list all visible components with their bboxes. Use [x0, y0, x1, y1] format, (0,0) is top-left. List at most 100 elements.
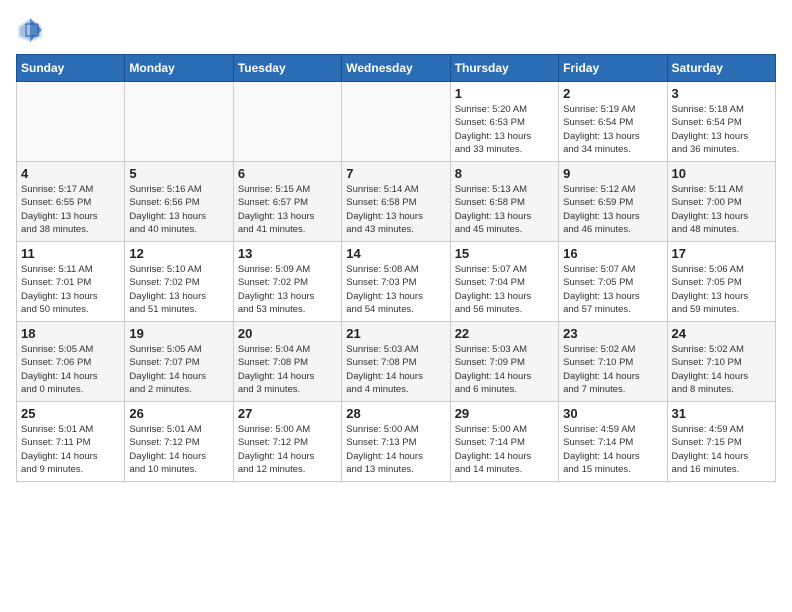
day-number: 19	[129, 326, 228, 341]
day-number: 22	[455, 326, 554, 341]
weekday-header-saturday: Saturday	[667, 55, 775, 82]
day-number: 20	[238, 326, 337, 341]
day-number: 31	[672, 406, 771, 421]
calendar-week-4: 18 Sunrise: 5:05 AM Sunset: 7:06 PM Dayli…	[17, 322, 776, 402]
day-number: 7	[346, 166, 445, 181]
day-info: Sunrise: 5:06 AM Sunset: 7:05 PM Dayligh…	[672, 263, 771, 316]
day-number: 6	[238, 166, 337, 181]
day-number: 23	[563, 326, 662, 341]
calendar-week-5: 25 Sunrise: 5:01 AM Sunset: 7:11 PM Dayli…	[17, 402, 776, 482]
calendar-cell: 10 Sunrise: 5:11 AM Sunset: 7:00 PM Dayli…	[667, 162, 775, 242]
day-number: 18	[21, 326, 120, 341]
day-number: 10	[672, 166, 771, 181]
page-header	[16, 16, 776, 44]
logo-icon	[16, 16, 44, 44]
calendar-cell	[342, 82, 450, 162]
day-info: Sunrise: 5:01 AM Sunset: 7:12 PM Dayligh…	[129, 423, 228, 476]
calendar-cell	[125, 82, 233, 162]
calendar-cell: 15 Sunrise: 5:07 AM Sunset: 7:04 PM Dayli…	[450, 242, 558, 322]
day-info: Sunrise: 5:05 AM Sunset: 7:06 PM Dayligh…	[21, 343, 120, 396]
weekday-header-wednesday: Wednesday	[342, 55, 450, 82]
day-number: 27	[238, 406, 337, 421]
weekday-header-thursday: Thursday	[450, 55, 558, 82]
calendar-cell: 11 Sunrise: 5:11 AM Sunset: 7:01 PM Dayli…	[17, 242, 125, 322]
calendar-cell: 17 Sunrise: 5:06 AM Sunset: 7:05 PM Dayli…	[667, 242, 775, 322]
day-info: Sunrise: 5:11 AM Sunset: 7:00 PM Dayligh…	[672, 183, 771, 236]
calendar-cell: 13 Sunrise: 5:09 AM Sunset: 7:02 PM Dayli…	[233, 242, 341, 322]
day-info: Sunrise: 5:18 AM Sunset: 6:54 PM Dayligh…	[672, 103, 771, 156]
day-info: Sunrise: 5:01 AM Sunset: 7:11 PM Dayligh…	[21, 423, 120, 476]
day-info: Sunrise: 5:04 AM Sunset: 7:08 PM Dayligh…	[238, 343, 337, 396]
day-info: Sunrise: 5:02 AM Sunset: 7:10 PM Dayligh…	[672, 343, 771, 396]
day-info: Sunrise: 5:19 AM Sunset: 6:54 PM Dayligh…	[563, 103, 662, 156]
day-info: Sunrise: 5:03 AM Sunset: 7:09 PM Dayligh…	[455, 343, 554, 396]
calendar-cell: 12Sunrise: 5:10 AM Sunset: 7:02 PM Dayli…	[125, 242, 233, 322]
calendar-cell: 25 Sunrise: 5:01 AM Sunset: 7:11 PM Dayli…	[17, 402, 125, 482]
calendar-week-1: 1 Sunrise: 5:20 AM Sunset: 6:53 PM Daylig…	[17, 82, 776, 162]
calendar-cell: 28 Sunrise: 5:00 AM Sunset: 7:13 PM Dayli…	[342, 402, 450, 482]
day-info: Sunrise: 5:11 AM Sunset: 7:01 PM Dayligh…	[21, 263, 120, 316]
day-number: 28	[346, 406, 445, 421]
calendar-cell: 31 Sunrise: 4:59 AM Sunset: 7:15 PM Dayli…	[667, 402, 775, 482]
calendar-week-2: 4 Sunrise: 5:17 AM Sunset: 6:55 PM Daylig…	[17, 162, 776, 242]
calendar-cell: 14Sunrise: 5:08 AM Sunset: 7:03 PM Dayli…	[342, 242, 450, 322]
day-info: Sunrise: 4:59 AM Sunset: 7:15 PM Dayligh…	[672, 423, 771, 476]
day-info: Sunrise: 5:15 AM Sunset: 6:57 PM Dayligh…	[238, 183, 337, 236]
calendar-cell: 7 Sunrise: 5:14 AM Sunset: 6:58 PM Daylig…	[342, 162, 450, 242]
calendar-cell: 5 Sunrise: 5:16 AM Sunset: 6:56 PM Daylig…	[125, 162, 233, 242]
day-info: Sunrise: 5:07 AM Sunset: 7:05 PM Dayligh…	[563, 263, 662, 316]
day-number: 24	[672, 326, 771, 341]
day-info: Sunrise: 4:59 AM Sunset: 7:14 PM Dayligh…	[563, 423, 662, 476]
day-number: 3	[672, 86, 771, 101]
calendar-cell: 30 Sunrise: 4:59 AM Sunset: 7:14 PM Dayli…	[559, 402, 667, 482]
day-info: Sunrise: 5:00 AM Sunset: 7:13 PM Dayligh…	[346, 423, 445, 476]
day-info: Sunrise: 5:16 AM Sunset: 6:56 PM Dayligh…	[129, 183, 228, 236]
day-number: 21	[346, 326, 445, 341]
calendar-cell: 20 Sunrise: 5:04 AM Sunset: 7:08 PM Dayli…	[233, 322, 341, 402]
day-info: Sunrise: 5:14 AM Sunset: 6:58 PM Dayligh…	[346, 183, 445, 236]
calendar-cell: 6 Sunrise: 5:15 AM Sunset: 6:57 PM Daylig…	[233, 162, 341, 242]
calendar-cell: 4 Sunrise: 5:17 AM Sunset: 6:55 PM Daylig…	[17, 162, 125, 242]
day-number: 25	[21, 406, 120, 421]
day-number: 30	[563, 406, 662, 421]
day-number: 11	[21, 246, 120, 261]
calendar-cell: 16 Sunrise: 5:07 AM Sunset: 7:05 PM Dayli…	[559, 242, 667, 322]
calendar-cell	[233, 82, 341, 162]
day-info: Sunrise: 5:00 AM Sunset: 7:12 PM Dayligh…	[238, 423, 337, 476]
day-number: 8	[455, 166, 554, 181]
day-info: Sunrise: 5:13 AM Sunset: 6:58 PM Dayligh…	[455, 183, 554, 236]
day-info: Sunrise: 5:12 AM Sunset: 6:59 PM Dayligh…	[563, 183, 662, 236]
day-number: 2	[563, 86, 662, 101]
day-info: Sunrise: 5:20 AM Sunset: 6:53 PM Dayligh…	[455, 103, 554, 156]
calendar-cell: 1 Sunrise: 5:20 AM Sunset: 6:53 PM Daylig…	[450, 82, 558, 162]
calendar-header: SundayMondayTuesdayWednesdayThursdayFrid…	[17, 55, 776, 82]
day-number: 1	[455, 86, 554, 101]
day-info: Sunrise: 5:08 AM Sunset: 7:03 PM Dayligh…	[346, 263, 445, 316]
calendar-cell: 9Sunrise: 5:12 AM Sunset: 6:59 PM Daylig…	[559, 162, 667, 242]
day-number: 5	[129, 166, 228, 181]
weekday-header-row: SundayMondayTuesdayWednesdayThursdayFrid…	[17, 55, 776, 82]
calendar-cell: 22 Sunrise: 5:03 AM Sunset: 7:09 PM Dayli…	[450, 322, 558, 402]
calendar-cell: 8 Sunrise: 5:13 AM Sunset: 6:58 PM Daylig…	[450, 162, 558, 242]
day-info: Sunrise: 5:17 AM Sunset: 6:55 PM Dayligh…	[21, 183, 120, 236]
calendar-table: SundayMondayTuesdayWednesdayThursdayFrid…	[16, 54, 776, 482]
day-number: 15	[455, 246, 554, 261]
day-number: 13	[238, 246, 337, 261]
calendar-cell: 18 Sunrise: 5:05 AM Sunset: 7:06 PM Dayli…	[17, 322, 125, 402]
calendar-body: 1 Sunrise: 5:20 AM Sunset: 6:53 PM Daylig…	[17, 82, 776, 482]
calendar-cell: 24 Sunrise: 5:02 AM Sunset: 7:10 PM Dayli…	[667, 322, 775, 402]
day-info: Sunrise: 5:07 AM Sunset: 7:04 PM Dayligh…	[455, 263, 554, 316]
calendar-cell: 3 Sunrise: 5:18 AM Sunset: 6:54 PM Daylig…	[667, 82, 775, 162]
day-number: 26	[129, 406, 228, 421]
calendar-cell: 21 Sunrise: 5:03 AM Sunset: 7:08 PM Dayli…	[342, 322, 450, 402]
day-number: 16	[563, 246, 662, 261]
calendar-cell: 27 Sunrise: 5:00 AM Sunset: 7:12 PM Dayli…	[233, 402, 341, 482]
weekday-header-tuesday: Tuesday	[233, 55, 341, 82]
day-info: Sunrise: 5:02 AM Sunset: 7:10 PM Dayligh…	[563, 343, 662, 396]
day-number: 4	[21, 166, 120, 181]
day-number: 29	[455, 406, 554, 421]
day-info: Sunrise: 5:09 AM Sunset: 7:02 PM Dayligh…	[238, 263, 337, 316]
day-number: 17	[672, 246, 771, 261]
day-info: Sunrise: 5:03 AM Sunset: 7:08 PM Dayligh…	[346, 343, 445, 396]
weekday-header-sunday: Sunday	[17, 55, 125, 82]
